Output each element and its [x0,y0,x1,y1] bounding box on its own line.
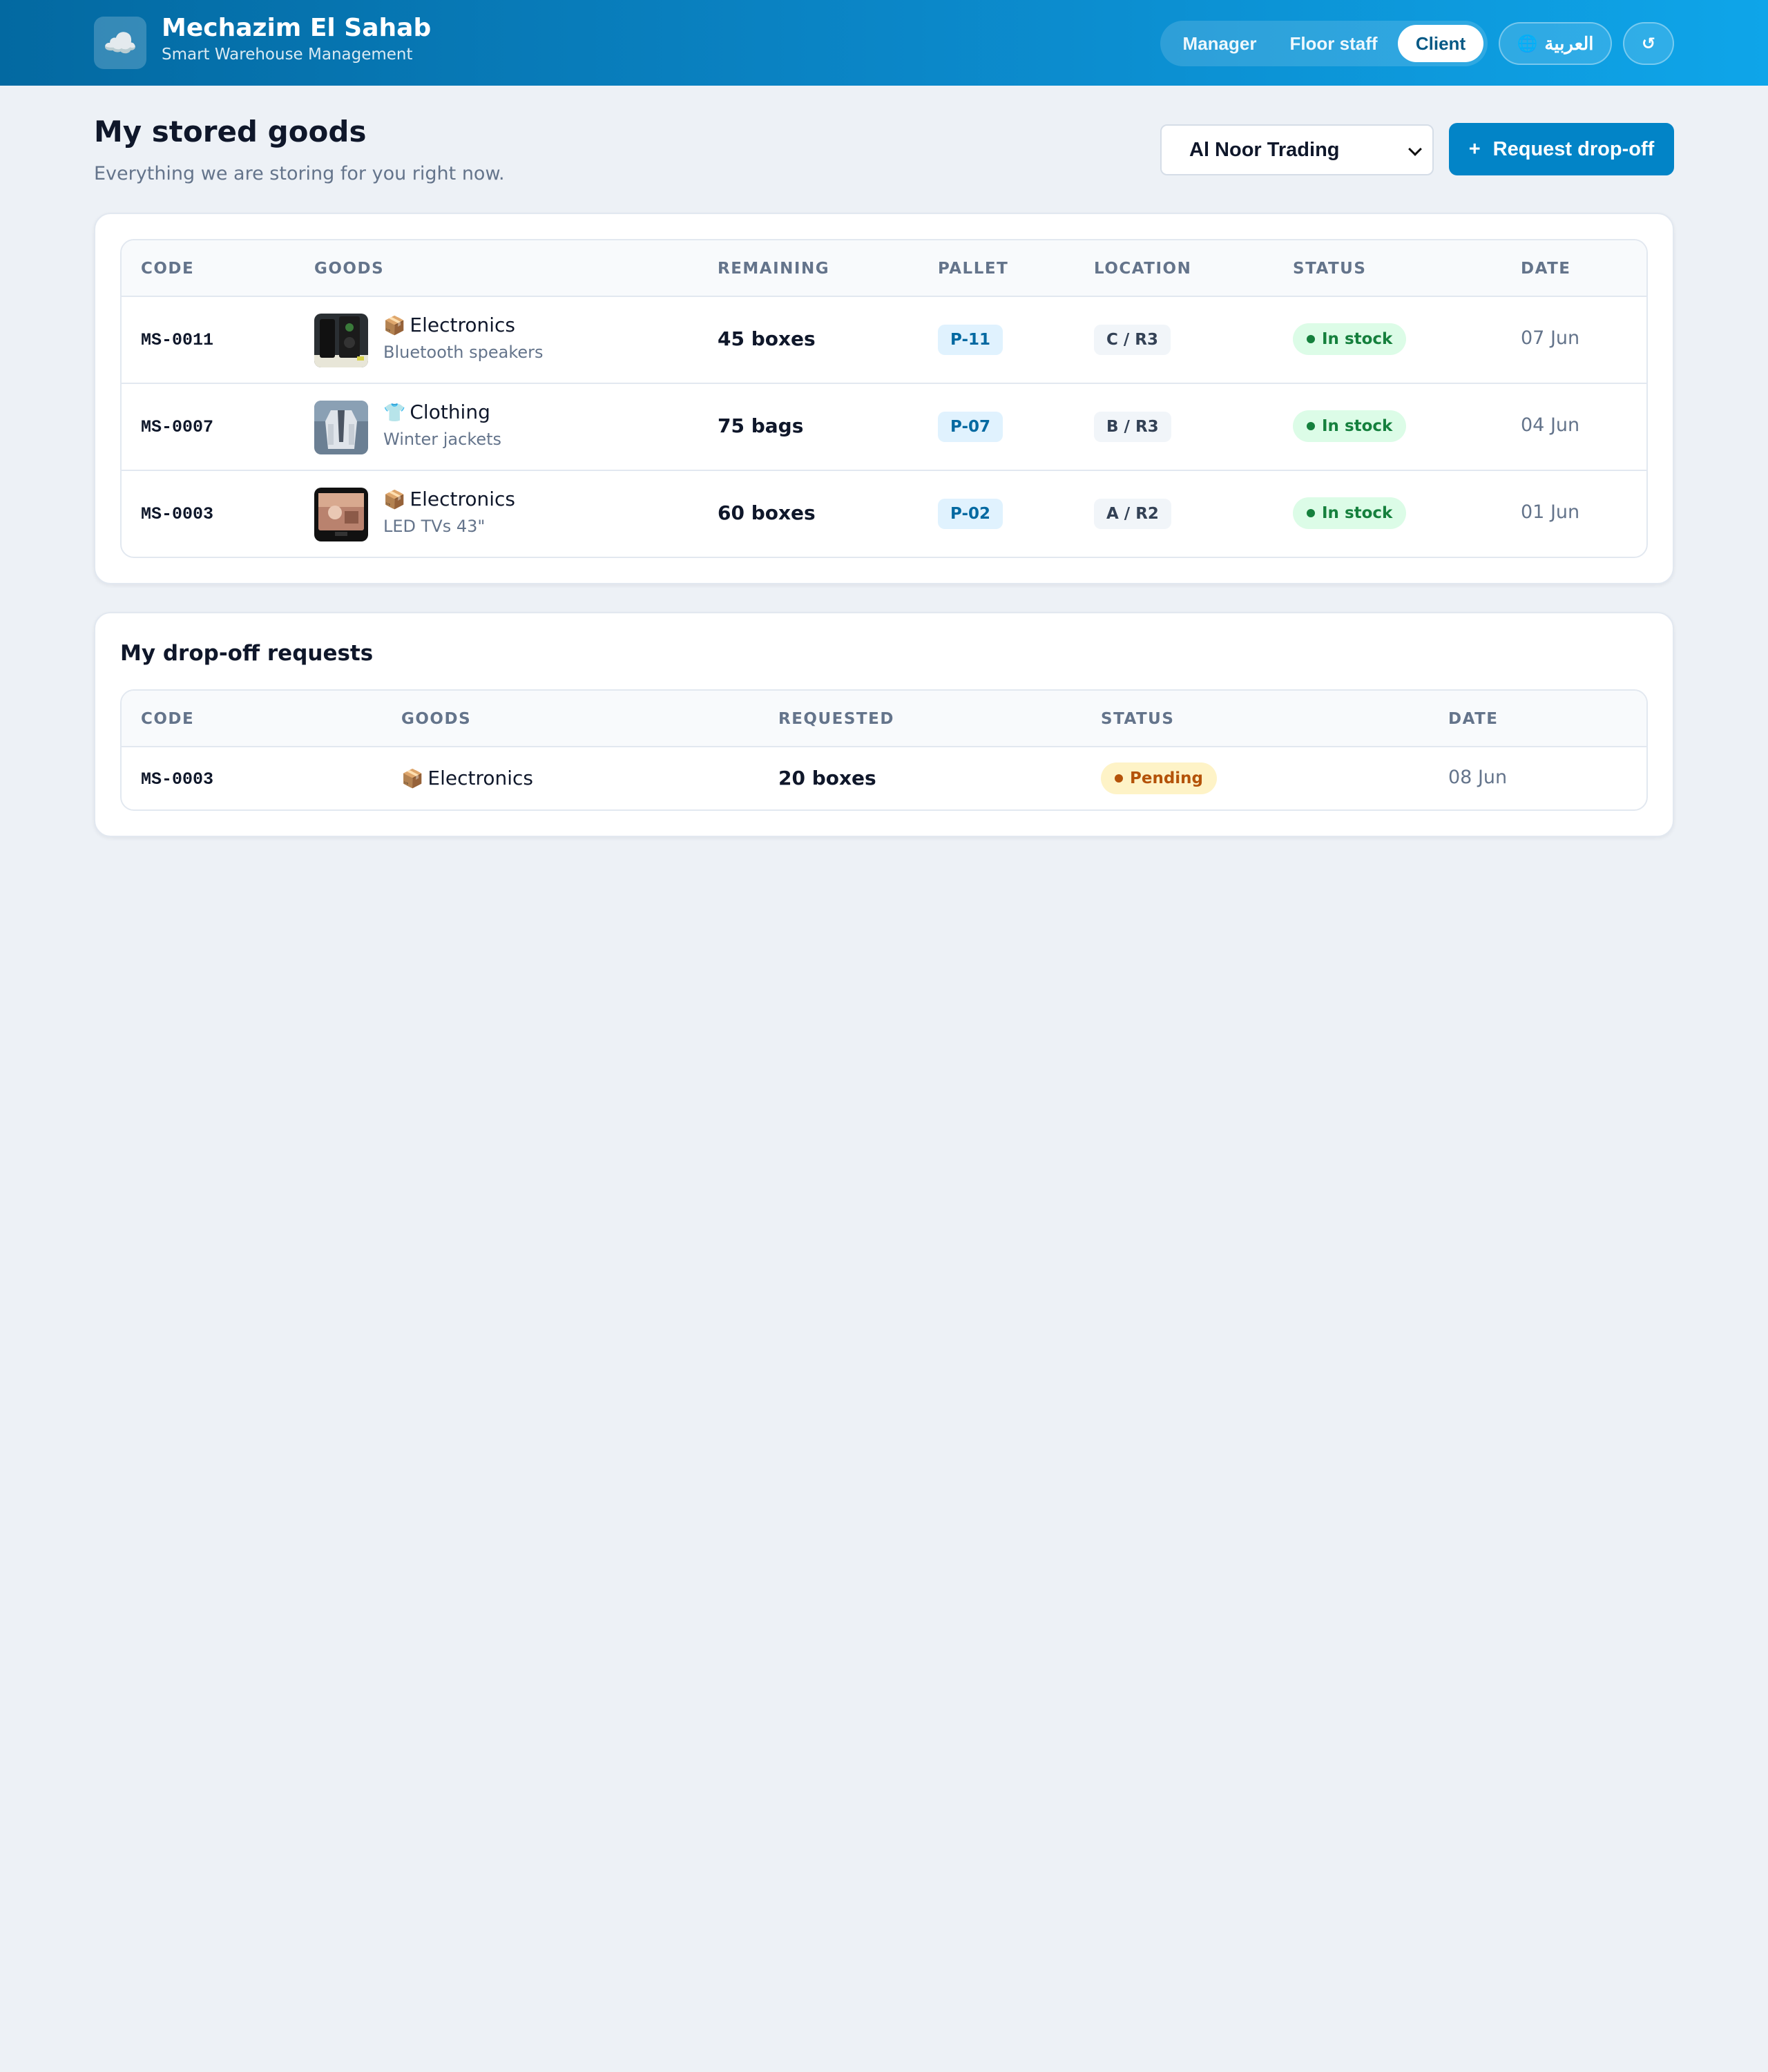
goods-date: 04 Jun [1521,414,1580,436]
top-bar: ☁️ Mechazim El Sahab Smart Warehouse Man… [0,0,1768,86]
request-drop-off-button[interactable]: + Request drop-off [1449,123,1674,175]
status-badge: Pending [1101,762,1218,794]
remaining-quantity: 60 boxes [718,501,816,524]
stored-goods-table: CODE GOODS REMAINING PALLET LOCATION STA… [120,239,1648,558]
plus-icon: + [1468,137,1481,160]
globe-icon: 🌐 [1517,34,1538,53]
status-dot-icon [1115,774,1123,783]
location-badge: A / R2 [1094,499,1171,529]
column-header: REQUESTED [778,710,894,728]
pallet-badge: P-07 [938,412,1003,442]
pallet-badge: P-11 [938,325,1003,355]
role-floor-staff-button[interactable]: Floor staff [1275,25,1392,62]
location-badge: B / R3 [1094,412,1171,442]
page-subtitle: Everything we are storing for you right … [94,163,505,184]
column-header: CODE [141,710,195,728]
page-title: My stored goods [94,115,367,148]
status-dot-icon [1307,422,1315,430]
pallet-badge: P-02 [938,499,1003,529]
role-switcher: Manager Floor staff Client [1160,21,1488,66]
role-manager-button[interactable]: Manager [1164,25,1275,62]
column-header: DATE [1521,260,1571,278]
column-header: CODE [141,260,195,278]
table-header: CODE GOODS REQUESTED STATUS DATE [122,691,1646,747]
goods-item: Winter jackets [383,430,502,449]
cloud-logo-icon: ☁️ [94,17,146,69]
brand-subtitle: Smart Warehouse Management [162,46,413,64]
column-header: STATUS [1293,260,1367,278]
table-row[interactable]: MS-0003 📦 Electronics LED TVs 43" 60 boxe… [122,471,1646,557]
status-badge: In stock [1293,323,1407,355]
goods-date: 07 Jun [1521,327,1580,349]
chevron-down-icon [1408,142,1422,156]
section-title: My drop-off requests [120,641,374,666]
goods-date: 01 Jun [1521,501,1580,523]
reset-icon: ↺ [1641,34,1656,53]
language-label: العربية [1544,32,1594,54]
table-row[interactable]: MS-0011 📦 Electronics Bluetooth speakers … [122,297,1646,384]
goods-code: MS-0003 [141,504,214,524]
status-badge: In stock [1293,410,1407,442]
location-badge: C / R3 [1094,325,1171,355]
stored-goods-card: CODE GOODS REMAINING PALLET LOCATION STA… [94,213,1674,584]
table-row[interactable]: MS-0007 👕 Clothing Winter jackets 75 bags… [122,384,1646,471]
goods-item: Bluetooth speakers [383,343,544,362]
language-toggle-button[interactable]: 🌐 العربية [1499,22,1612,65]
role-client-button[interactable]: Client [1398,25,1483,62]
goods-category: 📦 Electronics [383,488,515,510]
requested-quantity: 20 boxes [778,767,876,789]
box-icon: 📦 [401,769,424,789]
status-dot-icon [1307,509,1315,517]
remaining-quantity: 75 bags [718,414,804,437]
goods-category: 👕 Clothing [383,401,490,423]
remaining-quantity: 45 boxes [718,327,816,350]
column-header: GOODS [401,710,472,728]
goods-code: MS-0011 [141,330,214,350]
box-icon: 📦 [383,316,406,336]
column-header: GOODS [314,260,385,278]
goods-code: MS-0007 [141,417,214,437]
goods-category: 📦 Electronics [383,314,515,336]
box-icon: 📦 [383,490,406,510]
request-drop-off-label: Request drop-off [1492,137,1655,160]
table-header: CODE GOODS REMAINING PALLET LOCATION STA… [122,240,1646,297]
request-goods: 📦 Electronics [401,767,533,789]
request-date: 08 Jun [1448,767,1508,788]
brand-name: Mechazim El Sahab [162,14,432,42]
table-row[interactable]: MS-0003 📦 Electronics 20 boxes Pending 08… [122,747,1646,809]
speaker-photo [314,314,368,367]
drop-off-requests-card: My drop-off requests CODE GOODS REQUESTE… [94,612,1674,837]
client-select-value: Al Noor Trading [1189,138,1340,161]
column-header: DATE [1448,710,1499,728]
column-header: REMAINING [718,260,830,278]
shirt-icon: 👕 [383,403,406,423]
column-header: PALLET [938,260,1009,278]
status-dot-icon [1307,335,1315,343]
tv-photo [314,488,368,541]
reset-button[interactable]: ↺ [1623,22,1674,65]
jacket-photo [314,401,368,454]
request-code: MS-0003 [141,769,214,789]
status-badge: In stock [1293,497,1407,529]
goods-item: LED TVs 43" [383,517,486,536]
column-header: STATUS [1101,710,1175,728]
drop-off-requests-table: CODE GOODS REQUESTED STATUS DATE MS-0003… [120,689,1648,811]
column-header: LOCATION [1094,260,1192,278]
client-select[interactable]: Al Noor Trading [1160,124,1434,175]
